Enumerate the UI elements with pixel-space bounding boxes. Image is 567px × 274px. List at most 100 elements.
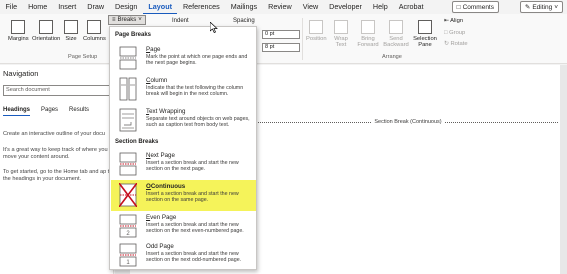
section-breaks-header: Section Breaks	[115, 139, 159, 145]
text-wrapping-break-icon	[119, 108, 137, 132]
chevron-down-icon: ˅	[554, 3, 558, 11]
tab-layout[interactable]: Layout	[142, 1, 178, 14]
send-backward-label: Send Backward	[383, 36, 409, 48]
tab-pages[interactable]: Pages	[41, 107, 58, 116]
orientation-label: Orientation	[32, 36, 61, 42]
break-item-continuous[interactable]: OContinuous Insert a section break and s…	[111, 180, 256, 211]
even-page-break-title: Even Page	[146, 214, 177, 221]
navigation-search-input[interactable]: Search document	[3, 85, 113, 96]
tab-file[interactable]: File	[0, 0, 23, 14]
navigation-help-text-3: To get started, go to the Home tab and a…	[3, 169, 113, 183]
tab-mailings[interactable]: Mailings	[225, 0, 262, 14]
tab-insert[interactable]: Insert	[53, 0, 82, 14]
align-button[interactable]: ⇤ Align	[444, 18, 463, 24]
break-item-text-wrapping[interactable]: Text Wrapping Separate text around objec…	[111, 105, 256, 136]
orientation-icon	[39, 20, 54, 34]
tab-acrobat[interactable]: Acrobat	[393, 0, 429, 14]
tab-help[interactable]: Help	[367, 0, 393, 14]
tab-view[interactable]: View	[297, 0, 323, 14]
pencil-icon: ✎	[524, 4, 531, 11]
align-label: Align	[450, 18, 464, 24]
selection-pane-label: Selection Pane	[413, 36, 437, 48]
indent-label: Indent	[172, 18, 189, 24]
group-button[interactable]: □ Group	[444, 30, 465, 36]
next-page-break-title: Next Page	[146, 152, 175, 159]
navigation-pane: Navigation Search document Headings Page…	[0, 65, 114, 274]
text-wrapping-break-description: Separate text around objects on web page…	[146, 116, 250, 129]
bring-forward-icon	[361, 20, 375, 34]
wrap-text-button[interactable]: Wrap Text	[332, 20, 350, 48]
align-icon: ⇤	[444, 18, 449, 24]
spacing-after-field[interactable]: 8 pt	[262, 43, 300, 52]
size-label: Size	[65, 36, 77, 42]
break-item-next-page[interactable]: Next Page Insert a section break and sta…	[111, 149, 256, 180]
tab-headings[interactable]: Headings	[3, 107, 31, 116]
page-break-title: Page	[146, 46, 161, 53]
break-item-column[interactable]: Column Indicate that the text following …	[111, 74, 256, 105]
margins-button[interactable]: Margins	[8, 20, 29, 42]
page-setup-group-label: Page Setup	[68, 54, 98, 60]
group-label: Group	[449, 30, 466, 36]
breaks-dropdown: Page Breaks Page Mark the point at which…	[109, 26, 257, 270]
break-item-page[interactable]: Page Mark the point at which one page en…	[111, 43, 256, 74]
columns-icon	[87, 20, 102, 34]
rotate-label: Rotate	[450, 41, 468, 47]
tab-references[interactable]: References	[177, 0, 225, 14]
margins-icon	[11, 20, 26, 34]
position-button[interactable]: Position	[306, 20, 327, 42]
break-item-odd-page[interactable]: 1 Odd Page Insert a section break and st…	[111, 240, 256, 271]
search-placeholder: Search document	[6, 87, 50, 93]
spacing-label: Spacing	[233, 18, 255, 24]
odd-page-break-icon: 1	[119, 243, 137, 267]
continuous-break-title: OContinuous	[146, 183, 186, 190]
navigation-help-text-1: Create an interactive outline of your do…	[3, 131, 105, 137]
bring-forward-label: Bring Forward	[357, 36, 379, 48]
column-break-description: Indicate that the text following the col…	[146, 85, 244, 98]
page-break-icon	[119, 46, 137, 70]
section-break-label: Section Break (Continuous)	[374, 119, 442, 125]
columns-label: Columns	[83, 36, 106, 42]
odd-page-break-title: Odd Page	[146, 243, 174, 250]
spacing-before-field[interactable]: 0 pt	[262, 30, 300, 39]
columns-button[interactable]: Columns	[83, 20, 106, 42]
position-icon	[309, 20, 324, 34]
continuous-break-icon	[119, 183, 137, 207]
tab-developer[interactable]: Developer	[324, 0, 368, 14]
breaks-icon: ≡	[112, 17, 116, 23]
text-wrapping-break-title: Text Wrapping	[146, 108, 186, 115]
spacing-after-value: 8 pt	[265, 44, 275, 50]
breaks-button[interactable]: ≡ Breaks ˅	[108, 15, 146, 25]
size-button[interactable]: Size	[64, 20, 78, 42]
group-icon: □	[444, 30, 448, 36]
tab-home[interactable]: Home	[23, 0, 53, 14]
break-item-even-page[interactable]: 2 Even Page Insert a section break and s…	[111, 211, 256, 242]
tab-review[interactable]: Review	[263, 0, 298, 14]
navigation-title: Navigation	[3, 69, 39, 78]
even-page-break-description: Insert a section break and start the new…	[146, 222, 244, 235]
send-backward-button[interactable]: Send Backward	[380, 20, 412, 48]
even-page-break-icon: 2	[119, 214, 137, 238]
rotate-button[interactable]: ↻ Rotate	[444, 41, 468, 47]
tab-draw[interactable]: Draw	[82, 0, 110, 14]
tab-results[interactable]: Results	[69, 107, 89, 116]
bring-forward-button[interactable]: Bring Forward	[353, 20, 383, 48]
mouse-cursor-icon	[210, 22, 218, 33]
orientation-button[interactable]: Orientation	[32, 20, 60, 42]
editing-mode-button[interactable]: ✎ Editing ˅	[519, 1, 563, 13]
chevron-down-icon: ˅	[138, 17, 142, 23]
position-label: Position	[306, 36, 327, 42]
wrap-text-icon	[334, 20, 348, 34]
comments-button[interactable]: □ Comments	[451, 1, 499, 13]
navigation-help-text-2: It's a great way to keep track of where …	[3, 147, 108, 161]
comment-icon: □	[456, 3, 461, 11]
page-break-description: Mark the point at which one page ends an…	[146, 54, 248, 67]
column-break-title: Column	[146, 77, 168, 84]
next-page-break-description: Insert a section break and start the new…	[146, 160, 239, 173]
comments-label: Comments	[462, 3, 494, 11]
continuous-break-description: Insert a section break and start the new…	[146, 191, 239, 204]
rotate-icon: ↻	[444, 41, 449, 47]
arrange-group-label: Arrange	[382, 54, 402, 60]
selection-pane-button[interactable]: Selection Pane	[412, 20, 438, 48]
tab-design[interactable]: Design	[110, 0, 143, 14]
size-icon	[64, 20, 78, 34]
